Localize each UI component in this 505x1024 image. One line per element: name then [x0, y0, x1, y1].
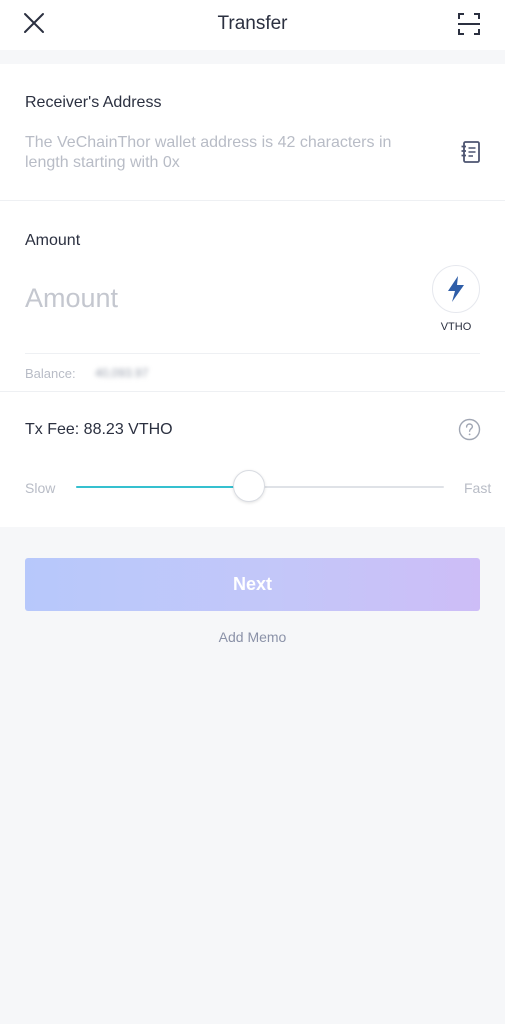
balance-value: 40,093.97: [95, 366, 149, 380]
amount-input[interactable]: [25, 278, 405, 318]
divider: [25, 353, 480, 354]
address-book-icon: [461, 141, 480, 163]
header-bar: Transfer: [0, 0, 505, 50]
address-book-button[interactable]: [458, 139, 484, 165]
fast-label: Fast: [464, 480, 492, 496]
receiver-address-input[interactable]: The VeChainThor wallet address is 42 cha…: [25, 133, 435, 173]
scan-qr-icon: [458, 13, 480, 35]
next-button[interactable]: Next: [25, 558, 480, 611]
amount-label: Amount: [25, 232, 81, 249]
receiver-address-label: Receiver's Address: [25, 94, 162, 111]
fee-help-button[interactable]: [458, 418, 481, 441]
lightning-icon: [448, 276, 464, 302]
fee-slider-thumb[interactable]: [233, 470, 265, 502]
scan-button[interactable]: [456, 11, 482, 37]
token-selector-button[interactable]: [432, 265, 480, 313]
token-symbol: VTHO: [440, 321, 472, 333]
balance-label: Balance:: [25, 366, 76, 381]
page-title: Transfer: [217, 13, 288, 34]
tx-fee-label: Tx Fee: 88.23 VTHO: [25, 421, 173, 438]
transfer-form: Receiver's Address The VeChainThor walle…: [0, 64, 505, 527]
fee-slider-fill: [76, 486, 249, 488]
add-memo-link[interactable]: Add Memo: [0, 629, 505, 645]
help-icon: [458, 418, 481, 441]
divider: [0, 200, 505, 201]
slow-label: Slow: [25, 480, 56, 496]
divider: [0, 391, 505, 392]
fee-slider[interactable]: [76, 470, 444, 502]
